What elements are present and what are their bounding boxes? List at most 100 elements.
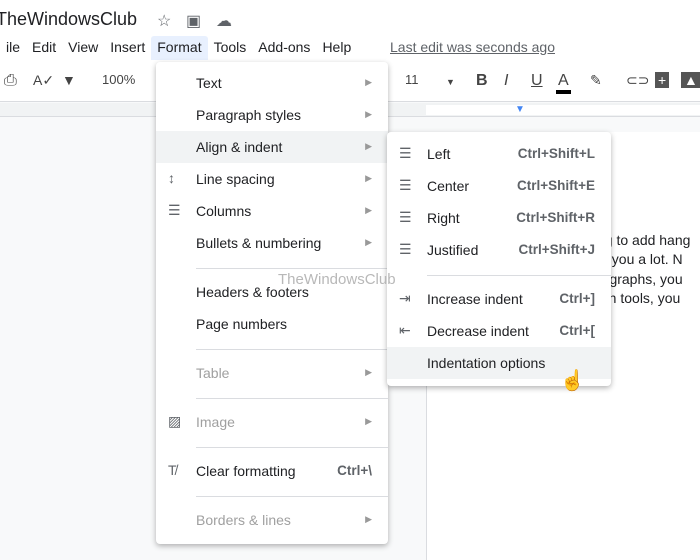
shortcut-label: Ctrl+\ (337, 463, 372, 478)
menu-item-label: Text (196, 75, 222, 91)
align-center-icon: ☰ (399, 177, 412, 193)
menu-item-increase-indent[interactable]: ⇥ Increase indent Ctrl+] (387, 283, 611, 315)
menu-item-label: Justified (427, 242, 479, 258)
align-left-icon: ☰ (399, 145, 412, 161)
menu-insert[interactable]: Insert (104, 36, 151, 60)
menu-item-label: Borders & lines (196, 512, 291, 528)
shortcut-label: Ctrl+[ (559, 323, 595, 338)
menu-item-label: Decrease indent (427, 323, 529, 339)
menu-item-label: Bullets & numbering (196, 235, 322, 251)
menu-item-decrease-indent[interactable]: ⇤ Decrease indent Ctrl+[ (387, 315, 611, 347)
align-justify-icon: ☰ (399, 241, 412, 257)
menu-item-label: Columns (196, 203, 252, 219)
menu-item-bullets-numbering[interactable]: Bullets & numbering ▶ (156, 227, 388, 259)
menu-item-paragraph-styles[interactable]: Paragraph styles ▶ (156, 99, 388, 131)
menu-item-image: ▨ Image ▶ (156, 406, 388, 438)
menu-item-page-numbers[interactable]: Page numbers (156, 308, 388, 340)
shortcut-label: Ctrl+Shift+L (517, 146, 595, 161)
menu-item-clear-formatting[interactable]: T̸ Clear formatting Ctrl+\ (156, 455, 388, 487)
menu-item-table: Table ▶ (156, 357, 388, 389)
columns-icon: ☰ (168, 202, 181, 218)
italic-icon[interactable]: I (504, 72, 508, 90)
menu-item-label: Clear formatting (196, 463, 296, 479)
menu-format[interactable]: Format (151, 36, 208, 60)
doc-title[interactable]: TheWindowsClub (0, 9, 137, 30)
doc-line: ng to add hang (597, 232, 691, 248)
menu-view[interactable]: View (62, 36, 104, 60)
menu-item-label: Paragraph styles (196, 107, 302, 123)
font-size-select[interactable]: 11 (405, 72, 419, 87)
menu-item-line-spacing[interactable]: ↕ Line spacing ▶ (156, 163, 388, 195)
cloud-saved-icon[interactable]: ☁ (216, 11, 232, 31)
menu-item-label: Increase indent (427, 291, 523, 307)
submenu-arrow-icon: ▶ (365, 205, 372, 215)
image-icon: ▨ (168, 413, 182, 429)
menu-item-text[interactable]: Text ▶ (156, 67, 388, 99)
menu-item-left[interactable]: ☰ Left Ctrl+Shift+L (387, 138, 611, 170)
menu-item-label: Table (196, 365, 230, 381)
menu-item-center[interactable]: ☰ Center Ctrl+Shift+E (387, 170, 611, 202)
increase-indent-icon: ⇥ (399, 290, 411, 306)
indent-marker-icon[interactable]: ▼ (515, 104, 525, 115)
menu-addons[interactable]: Add-ons (252, 36, 316, 60)
menu-item-label: Right (427, 210, 460, 226)
menu-divider (196, 496, 388, 497)
menu-item-label: Center (427, 178, 470, 194)
menu-item-headers-footers[interactable]: Headers & footers (156, 276, 388, 308)
underline-icon[interactable]: U (531, 72, 543, 90)
paint-format-icon[interactable]: ▼ (62, 72, 76, 88)
menubar: ile Edit View Insert Format Tools Add-on… (0, 36, 357, 60)
menu-item-label: Image (196, 414, 235, 430)
menu-edit[interactable]: Edit (26, 36, 62, 60)
menu-help[interactable]: Help (316, 36, 357, 60)
bold-icon[interactable]: B (476, 72, 488, 90)
star-icon[interactable]: ☆ (157, 11, 171, 31)
line-spacing-icon: ↕ (168, 170, 175, 186)
chevron-down-icon[interactable]: ▼ (446, 77, 455, 87)
menu-item-label: Indentation options (427, 355, 546, 371)
format-menu: Text ▶ Paragraph styles ▶ Align & indent ▶ ↕ Li… (156, 62, 388, 544)
shortcut-label: Ctrl+Shift+J (518, 242, 595, 257)
insert-image-icon[interactable]: ▲ (681, 72, 700, 88)
submenu-arrow-icon: ▶ (365, 416, 372, 426)
menu-file[interactable]: ile (0, 36, 26, 60)
add-comment-icon[interactable]: + (655, 72, 670, 88)
text-color-icon[interactable]: A (556, 72, 571, 94)
menu-item-align-indent[interactable]: Align & indent ▶ (156, 131, 388, 163)
submenu-arrow-icon: ▶ (365, 141, 372, 151)
submenu-arrow-icon: ▶ (365, 514, 372, 524)
move-folder-icon[interactable]: ▣ (186, 11, 201, 31)
submenu-arrow-icon: ▶ (365, 77, 372, 87)
menu-item-label: Line spacing (196, 171, 275, 187)
align-indent-submenu: ☰ Left Ctrl+Shift+L ☰ Center Ctrl+Shift+E ☰ Rig… (387, 132, 611, 386)
menu-item-label: Left (427, 146, 451, 162)
spellcheck-icon[interactable]: A✓ (33, 72, 54, 89)
clear-formatting-icon: T̸ (168, 462, 177, 478)
print-icon[interactable]: ⎙ (4, 72, 17, 90)
menu-item-columns[interactable]: ☰ Columns ▶ (156, 195, 388, 227)
zoom-select[interactable]: 100% (102, 72, 135, 87)
menu-divider (196, 349, 388, 350)
menu-divider (427, 275, 611, 276)
menu-divider (196, 268, 388, 269)
decrease-indent-icon: ⇤ (399, 322, 411, 338)
menu-item-borders-lines: Borders & lines ▶ (156, 504, 388, 536)
submenu-arrow-icon: ▶ (365, 367, 372, 377)
menu-tools[interactable]: Tools (208, 36, 253, 60)
menu-item-label: Headers & footers (196, 284, 309, 300)
link-icon[interactable]: ⊂⊃ (626, 72, 649, 89)
submenu-arrow-icon: ▶ (365, 173, 372, 183)
menu-item-justified[interactable]: ☰ Justified Ctrl+Shift+J (387, 234, 611, 266)
submenu-arrow-icon: ▶ (365, 237, 372, 247)
menu-divider (196, 398, 388, 399)
menu-item-label: Page numbers (196, 316, 288, 332)
menu-divider (196, 447, 388, 448)
menu-item-right[interactable]: ☰ Right Ctrl+Shift+R (387, 202, 611, 234)
hand-cursor-icon: ☝ (560, 370, 585, 392)
shortcut-label: Ctrl+] (559, 291, 595, 306)
highlight-icon[interactable]: ✎ (590, 72, 602, 89)
shortcut-label: Ctrl+Shift+R (516, 210, 595, 225)
shortcut-label: Ctrl+Shift+E (516, 178, 595, 193)
menu-item-label: Align & indent (196, 139, 283, 155)
last-edit-link[interactable]: Last edit was seconds ago (390, 39, 555, 55)
